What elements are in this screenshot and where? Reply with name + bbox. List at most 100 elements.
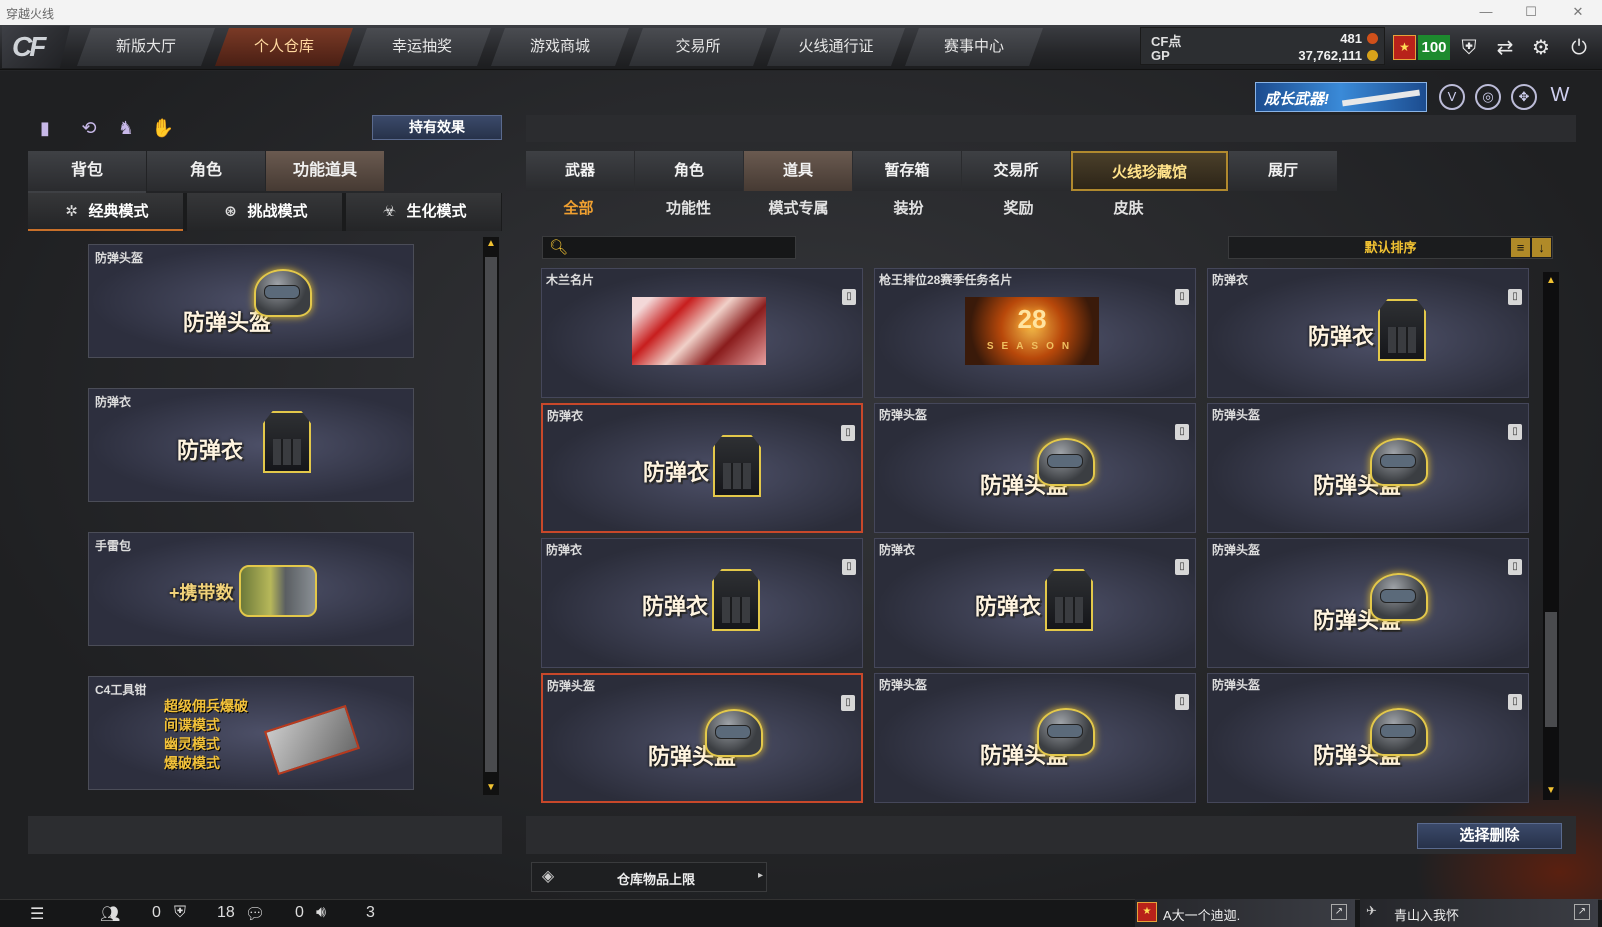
- inventory-item-card[interactable]: 防弹衣 ▯ 防弹衣: [1207, 268, 1529, 398]
- w-logo-icon[interactable]: W: [1547, 84, 1573, 110]
- nav-tab-0[interactable]: 新版大厅: [77, 28, 215, 66]
- right-tab-0[interactable]: 武器: [526, 151, 634, 191]
- tab-classic-mode[interactable]: ✲ 经典模式: [28, 193, 183, 231]
- scroll-down-icon[interactable]: ▼: [1543, 784, 1559, 798]
- chat-entry[interactable]: ★ A大一个迪迦. ↗: [1135, 899, 1355, 927]
- sort-desc-icon[interactable]: ↓: [1532, 238, 1551, 257]
- maximize-icon[interactable]: ☐: [1515, 2, 1547, 22]
- gear-icon[interactable]: ⚙: [1526, 33, 1556, 63]
- right-tab-4[interactable]: 交易所: [962, 151, 1070, 191]
- character-icon[interactable]: ♞: [113, 115, 139, 141]
- inventory-item-card[interactable]: 木兰名片 ▯: [541, 268, 863, 398]
- rank-badge-icon: ★: [1137, 902, 1157, 922]
- nav-tab-5[interactable]: 火线通行证: [767, 28, 905, 66]
- right-tab-3[interactable]: 暂存箱: [853, 151, 961, 191]
- inventory-item-card[interactable]: 防弹头盔 ▯ 防弹头盔: [541, 673, 863, 803]
- inventory-item-card[interactable]: 防弹衣 ▯ 防弹衣: [541, 538, 863, 668]
- trash-icon[interactable]: ▯: [841, 695, 855, 711]
- tab-zombie-mode[interactable]: ☣ 生化模式: [346, 193, 501, 231]
- clan-icon[interactable]: ⛨: [174, 904, 186, 922]
- message-icon[interactable]: 💬︎: [245, 904, 265, 924]
- cf-logo[interactable]: CF: [2, 26, 70, 68]
- inventory-item-card[interactable]: 防弹头盔 ▯ 防弹头盔: [874, 673, 1196, 803]
- shield-icon[interactable]: ⛨: [1454, 33, 1484, 63]
- left-item-grenade-pack[interactable]: 手雷包 +携带数: [88, 532, 414, 646]
- badge-v-icon[interactable]: V: [1439, 84, 1465, 110]
- nav-tab-2[interactable]: 幸运抽奖: [353, 28, 491, 66]
- left-scrollbar[interactable]: ▲ ▼: [483, 237, 499, 795]
- hold-effect-button[interactable]: 持有效果: [372, 115, 502, 140]
- scroll-thumb[interactable]: [485, 257, 497, 772]
- sub-tab-4[interactable]: 奖励: [966, 193, 1071, 225]
- trash-icon[interactable]: ▯: [842, 289, 856, 305]
- right-tab-1[interactable]: 角色: [635, 151, 743, 191]
- crest-icon[interactable]: ✥: [1511, 84, 1537, 110]
- pet-icon[interactable]: ✋: [150, 115, 176, 141]
- sub-tab-5[interactable]: 皮肤: [1076, 193, 1181, 225]
- inventory-item-card[interactable]: 防弹头盔 ▯ 防弹头盔: [874, 403, 1196, 533]
- trash-icon[interactable]: ▯: [841, 425, 855, 441]
- trash-icon[interactable]: ▯: [842, 559, 856, 575]
- clan-count: 18: [217, 904, 235, 921]
- trash-icon[interactable]: ▯: [1508, 694, 1522, 710]
- right-tab-6[interactable]: 展厅: [1229, 151, 1337, 191]
- inventory-item-card[interactable]: 防弹头盔 ▯ 防弹头盔: [1207, 403, 1529, 533]
- expand-icon[interactable]: ↗: [1331, 904, 1347, 920]
- friends-icon[interactable]: 👥︎: [100, 904, 120, 924]
- left-tab-1[interactable]: 角色: [147, 151, 265, 191]
- search-input[interactable]: 🔍︎: [542, 236, 796, 259]
- tab-challenge-mode[interactable]: ⊛ 挑战模式: [187, 193, 342, 231]
- scroll-up-icon[interactable]: ▲: [1543, 274, 1559, 288]
- left-item-vest[interactable]: 防弹衣 防弹衣: [88, 388, 414, 502]
- volume-icon[interactable]: 🔊︎: [316, 904, 326, 922]
- scroll-up-icon[interactable]: ▲: [483, 237, 499, 251]
- scroll-down-icon[interactable]: ▼: [483, 781, 499, 795]
- right-scrollbar[interactable]: ▲ ▼: [1543, 272, 1559, 800]
- trash-icon[interactable]: ▯: [1175, 694, 1189, 710]
- inventory-item-card[interactable]: 防弹衣 ▯ 防弹衣: [874, 538, 1196, 668]
- inventory-item-card[interactable]: 防弹头盔 ▯ 防弹头盔: [1207, 673, 1529, 803]
- trash-icon[interactable]: ▯: [1508, 289, 1522, 305]
- layers-icon: ◈: [541, 868, 555, 885]
- nav-tab-1[interactable]: 个人仓库: [215, 28, 353, 66]
- power-icon[interactable]: ⏻: [1564, 33, 1594, 63]
- right-tab-5[interactable]: 火线珍藏馆: [1071, 151, 1228, 191]
- close-icon[interactable]: ✕: [1562, 2, 1594, 22]
- nav-tab-4[interactable]: 交易所: [629, 28, 767, 66]
- swap-icon[interactable]: ⇄: [1490, 33, 1520, 63]
- left-item-c4-pliers[interactable]: C4工具钳 超级佣兵爆破 间谍模式 幽灵模式 爆破模式: [88, 676, 414, 790]
- sub-tab-2[interactable]: 模式专属: [746, 193, 851, 225]
- sort-dropdown[interactable]: 默认排序 ≡ ↓: [1228, 236, 1553, 259]
- trash-icon[interactable]: ▯: [1175, 559, 1189, 575]
- globe-icon[interactable]: ◎: [1475, 84, 1501, 110]
- trash-icon[interactable]: ▯: [1175, 424, 1189, 440]
- left-item-helmet[interactable]: 防弹头盔 防弹头盔: [88, 244, 414, 358]
- inventory-item-card[interactable]: 防弹头盔 ▯ 防弹头盔: [1207, 538, 1529, 668]
- left-tab-2[interactable]: 功能道具: [266, 151, 384, 191]
- scroll-thumb[interactable]: [1545, 612, 1557, 727]
- inventory-item-card[interactable]: 防弹衣 ▯ 防弹衣: [541, 403, 863, 533]
- inventory-item-card[interactable]: 枪王排位28赛季任务名片 ▯ 28 SEASON: [874, 268, 1196, 398]
- nav-tab-3[interactable]: 游戏商城: [491, 28, 629, 66]
- storage-limit-bar[interactable]: ◈ 仓库物品上限 ▸: [531, 862, 767, 892]
- nav-tab-6[interactable]: 赛事中心: [905, 28, 1043, 66]
- sub-tab-3[interactable]: 装扮: [856, 193, 961, 225]
- sub-tab-0[interactable]: 全部: [526, 193, 631, 225]
- left-tab-0[interactable]: 背包: [28, 151, 146, 191]
- stats-icon[interactable]: ▮: [32, 115, 58, 141]
- chat-entry[interactable]: 青山入我怀 ✈ ↗: [1360, 899, 1598, 927]
- sub-tab-1[interactable]: 功能性: [636, 193, 741, 225]
- refresh-icon[interactable]: ⟲: [76, 115, 102, 141]
- promo-banner[interactable]: 成长武器!: [1255, 82, 1427, 112]
- select-delete-button[interactable]: 选择删除: [1417, 823, 1562, 849]
- trash-icon[interactable]: ▯: [1175, 289, 1189, 305]
- vip-value[interactable]: 100: [1418, 35, 1450, 60]
- trash-icon[interactable]: ▯: [1508, 559, 1522, 575]
- trash-icon[interactable]: ▯: [1508, 424, 1522, 440]
- list-view-icon[interactable]: ≡: [1511, 238, 1530, 257]
- right-tab-2[interactable]: 道具: [744, 151, 852, 191]
- menu-icon[interactable]: ☰: [30, 904, 44, 924]
- minimize-icon[interactable]: —: [1470, 2, 1502, 22]
- rank-badge-icon[interactable]: ★: [1393, 35, 1416, 60]
- expand-icon[interactable]: ↗: [1574, 904, 1590, 920]
